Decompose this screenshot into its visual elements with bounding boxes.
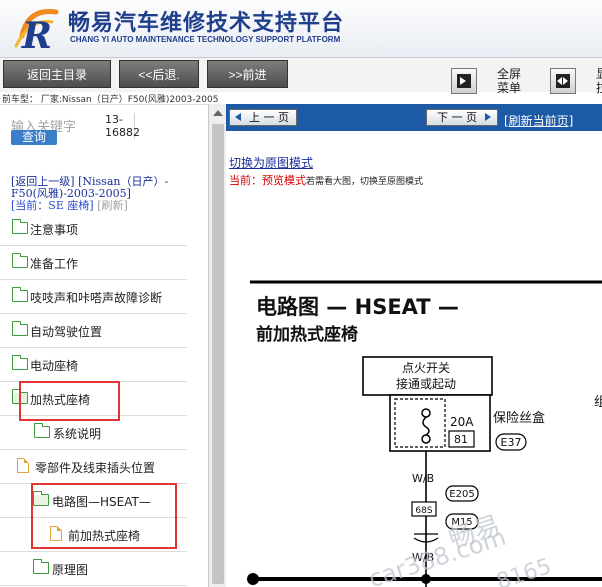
tree-item-preparation[interactable]: 准备工作 (0, 246, 187, 280)
folder-icon (11, 355, 28, 370)
arrow-right-icon (485, 113, 491, 121)
folder-icon (32, 559, 49, 574)
refresh-link[interactable]: [刷新] (97, 199, 128, 212)
wiring-diagram-image: 电路图 — HSEAT — 前加热式座椅 点火开关 接通或起动 20A 81 保… (247, 280, 602, 587)
next-page-button[interactable]: 下 一 页 (426, 109, 498, 126)
expand-icon (556, 74, 570, 88)
connector-label-2: 68S (415, 506, 432, 516)
diagram-subtitle: 前加热式座椅 (256, 324, 358, 345)
refresh-page-link[interactable]: [刷新当前页] (504, 112, 573, 129)
split-view-button[interactable] (550, 68, 576, 94)
fuse-connector-label: E37 (501, 436, 522, 449)
tree-item-schematic[interactable]: 原理图 (0, 552, 187, 586)
play-icon (457, 74, 471, 88)
ignition-label-line1: 点火开关 (402, 361, 450, 375)
content-panel: 上 一 页 下 一 页 [刷新当前页] 切换为原图模式 当前：预览模式若需看大图… (226, 104, 602, 587)
fuse-rating: 20A (450, 415, 474, 429)
switch-original-mode-link[interactable]: 切换为原图模式 (229, 154, 313, 171)
fullscreen-menu-label: 全屏 菜单 (497, 67, 522, 95)
tree-item-squeak-rattle[interactable]: 吱吱声和咔嗒声故障诊断 (0, 280, 187, 314)
folder-icon (11, 219, 28, 234)
svg-text:R: R (21, 15, 52, 52)
highlight-box (31, 483, 177, 549)
platform-title: 畅易汽车维修技术支持平台 (68, 11, 345, 36)
scrollbar-thumb[interactable] (212, 124, 224, 584)
current-section: [当前：SE 座椅] (11, 199, 94, 212)
ignition-label-line2: 接通或起动 (396, 376, 456, 391)
prev-page-button[interactable]: 上 一 页 (229, 109, 297, 126)
scroll-up-icon (213, 110, 223, 116)
document-icon (17, 457, 30, 473)
document-code: 13-16882 (105, 113, 140, 139)
split-view-label: 显 拉 (596, 67, 602, 95)
search-button[interactable]: 查询 (11, 130, 57, 145)
platform-subtitle: CHANG YI AUTO MAINTENANCE TECHNOLOGY SUP… (70, 35, 341, 44)
connector-label-1: E205 (449, 489, 474, 500)
main-toolbar: 返回主目录 <<后退. >>前进 全屏 菜单 显 拉 (0, 58, 602, 95)
forward-button[interactable]: >>前进 (207, 60, 288, 88)
logo-icon: R (14, 9, 59, 52)
folder-icon (11, 287, 28, 302)
highlight-box (19, 381, 120, 421)
tree-item-system-description[interactable]: 系统说明 (0, 416, 187, 450)
left-panel-scrollbar[interactable] (208, 104, 226, 587)
arrow-left-icon (235, 113, 241, 121)
wire-color-label: W/B (412, 472, 434, 485)
page-nav-bar: 上 一 页 下 一 页 [刷新当前页] (226, 104, 602, 131)
tree-item-component-locations[interactable]: 零部件及线束插头位置 (0, 450, 187, 484)
left-navigation-panel: 输入关键字 查询 13-16882 [返回上一级] [Nissan（日产）-F5… (0, 104, 208, 587)
fuse-box-label: 保险丝盒 (493, 410, 545, 426)
diagram-title: 电路图 — HSEAT — (256, 295, 459, 319)
back-button[interactable]: <<后退. (119, 60, 199, 88)
fullscreen-menu-button[interactable] (451, 68, 477, 94)
diagram-side-character: 组 (594, 395, 602, 410)
tree-item-precautions[interactable]: 注意事项 (0, 212, 187, 246)
tree-item-auto-drive-position[interactable]: 自动驾驶位置 (0, 314, 187, 348)
folder-icon (11, 321, 28, 336)
fuse-number: 81 (454, 433, 468, 446)
folder-icon (33, 423, 50, 438)
app-header: R 畅易汽车维修技术支持平台 CHANG YI AUTO MAINTENANCE… (0, 0, 602, 58)
tree-item-power-seat[interactable]: 电动座椅 (0, 348, 187, 382)
view-mode-status: 当前：预览模式若需看大图，切换至原图模式 (229, 174, 424, 187)
home-button[interactable]: 返回主目录 (3, 60, 111, 88)
breadcrumb: [返回上一级] [Nissan（日产）-F50(风雅)-2003-2005] [… (11, 176, 189, 212)
folder-icon (11, 253, 28, 268)
